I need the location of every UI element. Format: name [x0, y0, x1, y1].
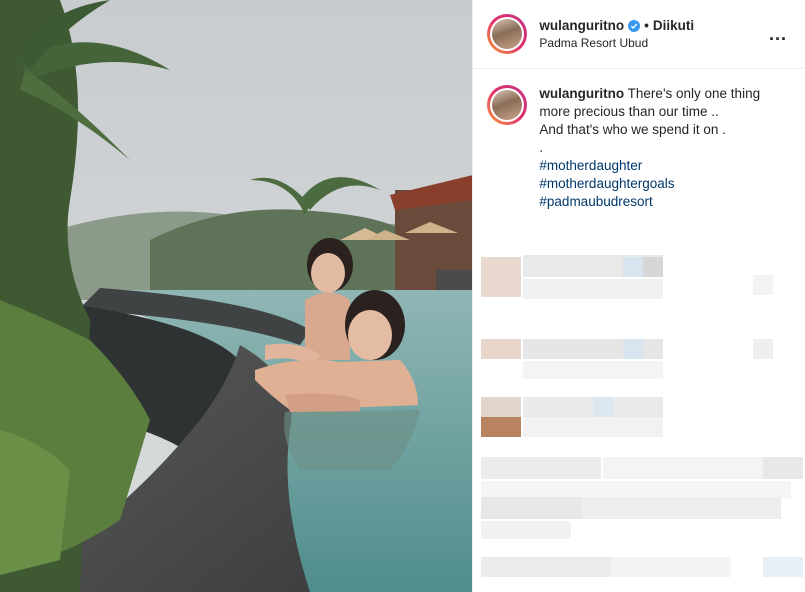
blurred-avatar — [481, 339, 522, 359]
blurred-text — [753, 339, 774, 359]
hashtag-padmaubudresort[interactable]: #padmaubudresort — [539, 193, 779, 211]
verified-badge-icon — [628, 19, 641, 32]
hashtag-motherdaughtergoals[interactable]: #motherdaughtergoals — [539, 175, 779, 193]
blurred-avatar — [481, 397, 522, 417]
blurred-text — [753, 275, 774, 295]
instagram-post: wulanguritno • Diikuti Padma Resort Ubud… — [0, 0, 805, 592]
caption-avatar-ring[interactable] — [487, 85, 528, 125]
blurred-text — [763, 557, 804, 577]
blurred-text — [481, 497, 582, 519]
caption-avatar-frame — [490, 88, 525, 122]
caption-username[interactable]: wulanguritno — [539, 86, 624, 101]
separator-dot: • — [644, 18, 649, 33]
blurred-text — [523, 279, 664, 299]
blurred-text — [481, 557, 612, 577]
username-row: wulanguritno • Diikuti — [539, 18, 765, 33]
blurred-text — [623, 339, 644, 359]
username-link[interactable]: wulanguritno — [539, 18, 624, 33]
blurred-text — [623, 257, 644, 277]
blurred-text — [523, 361, 664, 379]
avatar — [492, 19, 523, 49]
blurred-text — [481, 521, 572, 539]
header-info: wulanguritno • Diikuti Padma Resort Ubud — [539, 18, 765, 50]
avatar-frame — [490, 17, 525, 51]
blurred-text — [763, 457, 804, 479]
blurred-text — [611, 557, 732, 577]
blurred-avatar — [481, 257, 522, 297]
pixelated-comments-area — [473, 235, 805, 592]
post-photo[interactable] — [0, 0, 473, 592]
avatar-story-ring[interactable] — [487, 14, 528, 54]
caption-block: wulanguritno There's only one thing more… — [473, 69, 805, 211]
follow-status-button[interactable]: Diikuti — [653, 18, 694, 33]
blurred-text — [581, 497, 782, 519]
blurred-avatar — [481, 417, 522, 437]
caption-text: wulanguritno There's only one thing more… — [539, 85, 779, 211]
location-link[interactable]: Padma Resort Ubud — [539, 36, 765, 50]
more-options-button[interactable]: ... — [765, 20, 791, 49]
blurred-text — [603, 457, 774, 479]
caption-dot: . — [539, 140, 544, 155]
caption-avatar — [492, 90, 523, 120]
hashtag-motherdaughter[interactable]: #motherdaughter — [539, 157, 779, 175]
post-header: wulanguritno • Diikuti Padma Resort Ubud… — [473, 0, 805, 69]
pool-scene-image — [0, 0, 473, 592]
blurred-text — [593, 397, 614, 417]
blurred-text — [643, 257, 664, 277]
caption-line-2: And that's who we spend it on . — [539, 122, 726, 137]
blurred-text — [523, 417, 664, 437]
blurred-text — [481, 457, 602, 479]
post-sidebar: wulanguritno • Diikuti Padma Resort Ubud… — [472, 0, 805, 592]
